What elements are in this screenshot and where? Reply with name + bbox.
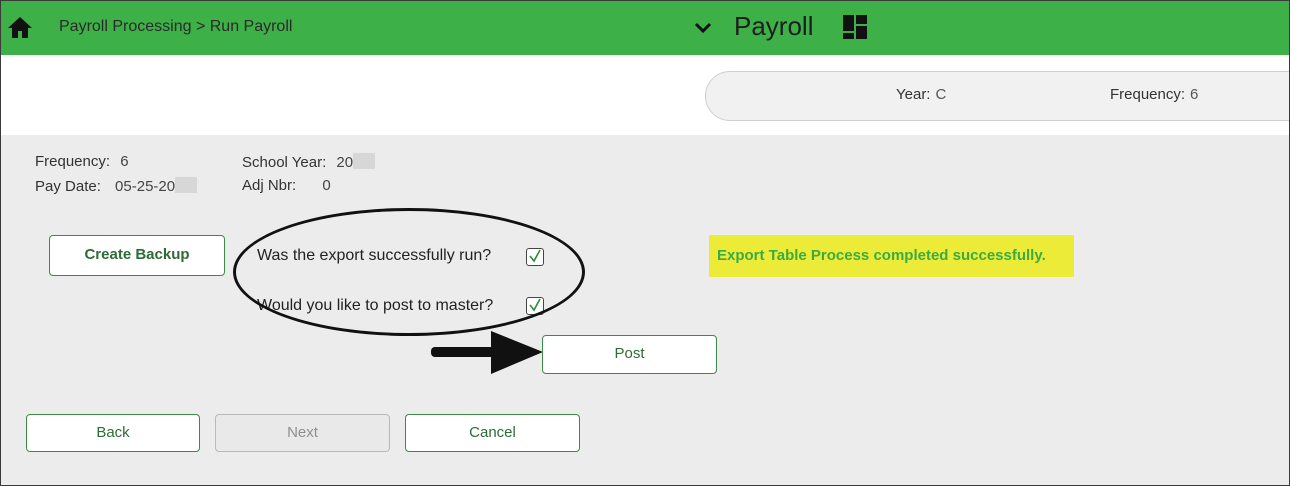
redacted-value [353,153,376,169]
adj-nbr-field: Adj Nbr: 0 [242,177,331,194]
redacted-value [175,177,198,193]
next-button: Next [215,414,390,452]
school-year-label: School Year: [242,154,327,171]
pay-date-field: Pay Date: 05-25-20 [35,177,198,195]
post-question: Would you like to post to master? [257,297,494,314]
back-button[interactable]: Back [26,414,200,452]
school-year-field: School Year: 20 [242,153,376,171]
adj-nbr-value: 0 [322,177,331,194]
home-icon[interactable] [7,15,33,39]
arrow-icon [431,331,543,374]
year-label: Year: [896,86,931,103]
breadcrumb[interactable]: Payroll Processing > Run Payroll [59,18,292,36]
year-value: C [935,86,947,103]
checkmark-icon [529,249,541,263]
app-window: Payroll Processing > Run Payroll Payroll… [0,0,1290,486]
grid-icon[interactable] [842,14,868,40]
context-pill: Year: C Frequency: 6 [705,71,1289,121]
year-display: Year: C [896,86,946,103]
post-checkbox[interactable] [526,297,544,315]
module-title[interactable]: Payroll [734,11,813,42]
post-button[interactable]: Post [542,335,717,374]
frequency-display: Frequency: 6 [1110,86,1198,103]
success-message: Export Table Process completed successfu… [709,235,1074,277]
top-bar: Payroll Processing > Run Payroll Payroll [1,1,1289,55]
checkmark-icon [529,298,541,312]
info-frequency-label: Frequency: [35,153,111,170]
create-backup-button[interactable]: Create Backup [49,235,225,276]
chevron-down-icon[interactable] [693,18,713,38]
header-strip: Year: C Frequency: 6 [1,55,1289,135]
info-frequency-value: 6 [120,153,129,170]
school-year-value: 20 [336,154,354,171]
export-checkbox[interactable] [526,248,544,266]
pay-date-label: Pay Date: [35,178,101,195]
pay-date-value: 05-25-20 [115,178,176,195]
frequency-label: Frequency: [1110,86,1186,103]
cancel-button[interactable]: Cancel [405,414,580,452]
annotation-oval [233,208,585,336]
export-question: Was the export successfully run? [257,247,492,264]
adj-nbr-label: Adj Nbr: [242,177,297,194]
frequency-value: 6 [1190,86,1199,103]
frequency-field: Frequency: 6 [35,153,129,170]
